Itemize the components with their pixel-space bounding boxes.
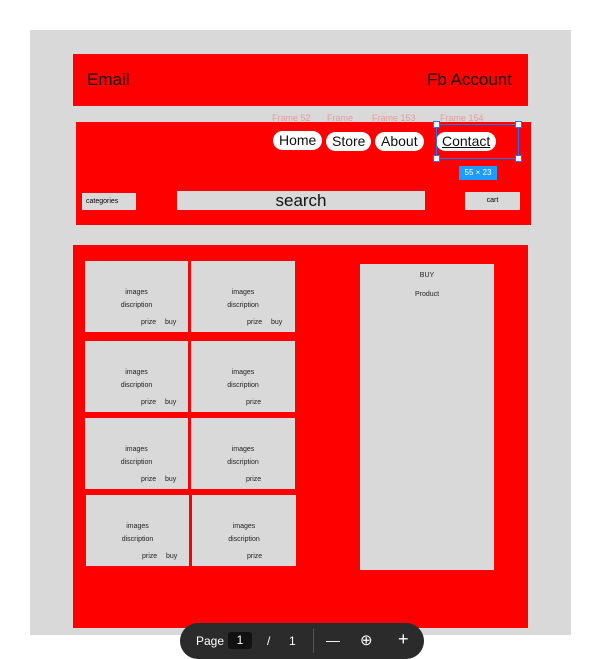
page-separator: /: [267, 634, 271, 648]
product-card[interactable]: images discription prize: [192, 495, 296, 566]
resize-handle[interactable]: [433, 155, 440, 162]
card-prize: prize: [141, 319, 157, 326]
card-description: discription: [228, 536, 260, 543]
card-images: images: [125, 369, 148, 376]
card-prize: prize: [246, 399, 262, 406]
card-buy[interactable]: buy: [165, 476, 176, 483]
total-pages: 1: [289, 634, 296, 648]
dimension-badge: 55 × 23: [459, 166, 497, 180]
resize-handle[interactable]: [515, 121, 522, 128]
search-input[interactable]: search: [177, 191, 425, 210]
card-description: discription: [120, 382, 153, 389]
fb-account-link[interactable]: Fb Account: [427, 70, 512, 90]
card-description: discription: [227, 459, 259, 466]
product-card[interactable]: images discription prize: [191, 341, 295, 412]
page-toolbar: Page 1 / 1 — ⊕ +: [180, 623, 424, 659]
nav-about[interactable]: About: [375, 132, 424, 151]
resize-handle[interactable]: [433, 121, 440, 128]
card-description: discription: [227, 382, 259, 389]
card-prize: prize: [141, 476, 157, 483]
card-images: images: [125, 289, 148, 296]
buy-title: BUY: [419, 272, 435, 279]
card-prize: prize: [247, 319, 263, 326]
card-description: discription: [121, 536, 154, 543]
product-card[interactable]: images discription prize buy: [85, 418, 188, 489]
card-prize: prize: [141, 399, 157, 406]
card-images: images: [231, 369, 255, 376]
zoom-icon[interactable]: ⊕: [360, 631, 373, 649]
email-link[interactable]: Email: [87, 70, 130, 90]
categories-button[interactable]: categories: [82, 193, 136, 210]
product-card[interactable]: images discription prize buy: [85, 261, 188, 332]
zoom-in-button[interactable]: +: [398, 629, 409, 650]
card-prize: prize: [142, 553, 158, 560]
card-prize: prize: [246, 476, 262, 483]
card-images: images: [231, 446, 255, 453]
product-label: Product: [414, 291, 440, 298]
cart-button[interactable]: cart: [465, 192, 520, 210]
nav-store[interactable]: Store: [326, 132, 372, 151]
top-bar: Email Fb Account: [73, 54, 528, 106]
card-prize: prize: [247, 553, 263, 560]
product-card[interactable]: images discription prize buy: [86, 495, 189, 566]
card-buy[interactable]: buy: [165, 319, 176, 326]
card-description: discription: [120, 302, 153, 309]
card-description: discription: [120, 459, 153, 466]
zoom-out-button[interactable]: —: [326, 632, 340, 648]
buy-panel[interactable]: BUY Product: [360, 264, 494, 570]
product-card[interactable]: images discription prize buy: [85, 341, 188, 412]
card-buy[interactable]: buy: [165, 399, 176, 406]
card-images: images: [232, 523, 256, 530]
card-images: images: [125, 446, 148, 453]
product-card[interactable]: images discription prize buy: [191, 261, 295, 332]
page-label: Page: [196, 634, 225, 648]
card-images: images: [126, 523, 149, 530]
card-description: discription: [227, 302, 259, 309]
card-buy[interactable]: buy: [271, 319, 282, 326]
card-buy[interactable]: buy: [166, 553, 177, 560]
card-images: images: [231, 289, 255, 296]
selection-box[interactable]: [436, 124, 519, 159]
nav-home[interactable]: Home: [273, 131, 323, 150]
product-card[interactable]: images discription prize: [191, 418, 295, 489]
resize-handle[interactable]: [515, 155, 522, 162]
page-input[interactable]: 1: [228, 632, 252, 649]
toolbar-divider: [313, 629, 314, 653]
